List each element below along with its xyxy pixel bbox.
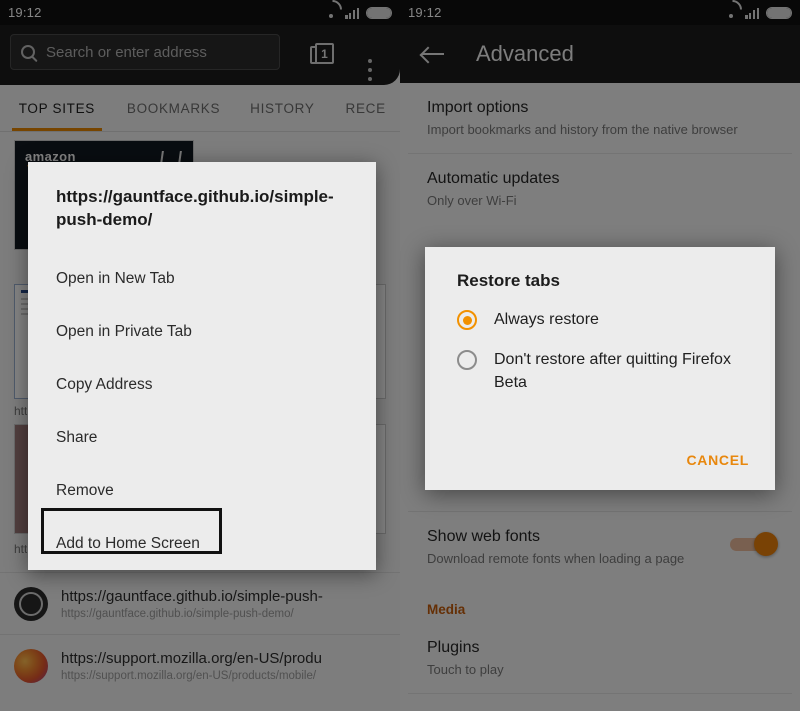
- menu-item-open-in-new-tab[interactable]: Open in New Tab: [28, 253, 376, 306]
- menu-item-add-to-home-screen[interactable]: Add to Home Screen: [28, 518, 376, 571]
- menu-item-open-in-private-tab[interactable]: Open in Private Tab: [28, 306, 376, 359]
- menu-item-label: Open in Private Tab: [56, 323, 192, 341]
- context-menu-url: https://gauntface.github.io/simple-push-…: [56, 187, 334, 229]
- radio-option-always-restore[interactable]: Always restore: [425, 291, 775, 331]
- menu-item-label: Remove: [56, 482, 114, 500]
- context-menu: https://gauntface.github.io/simple-push-…: [28, 162, 376, 570]
- screen-root: amazon htt htt htt do 9/: [0, 0, 800, 711]
- menu-item-label: Copy Address: [56, 376, 153, 394]
- radio-label: Don't restore after quitting Firefox Bet…: [494, 351, 731, 392]
- radio-button-unselected[interactable]: [457, 350, 477, 371]
- radio-label: Always restore: [494, 311, 599, 328]
- menu-item-copy-address[interactable]: Copy Address: [28, 359, 376, 412]
- radio-option-dont-restore[interactable]: Don't restore after quitting Firefox Bet…: [425, 331, 775, 394]
- cancel-button[interactable]: CANCEL: [686, 452, 749, 468]
- menu-item-label: Open in New Tab: [56, 270, 175, 288]
- menu-item-label: Add to Home Screen: [56, 535, 200, 553]
- radio-button-selected[interactable]: [457, 310, 477, 330]
- dialog-title: Restore tabs: [457, 271, 560, 290]
- restore-tabs-dialog: Restore tabs Always restore Don't restor…: [425, 247, 775, 490]
- menu-item-remove[interactable]: Remove: [28, 465, 376, 518]
- menu-item-label: Share: [56, 429, 98, 447]
- menu-item-share[interactable]: Share: [28, 412, 376, 465]
